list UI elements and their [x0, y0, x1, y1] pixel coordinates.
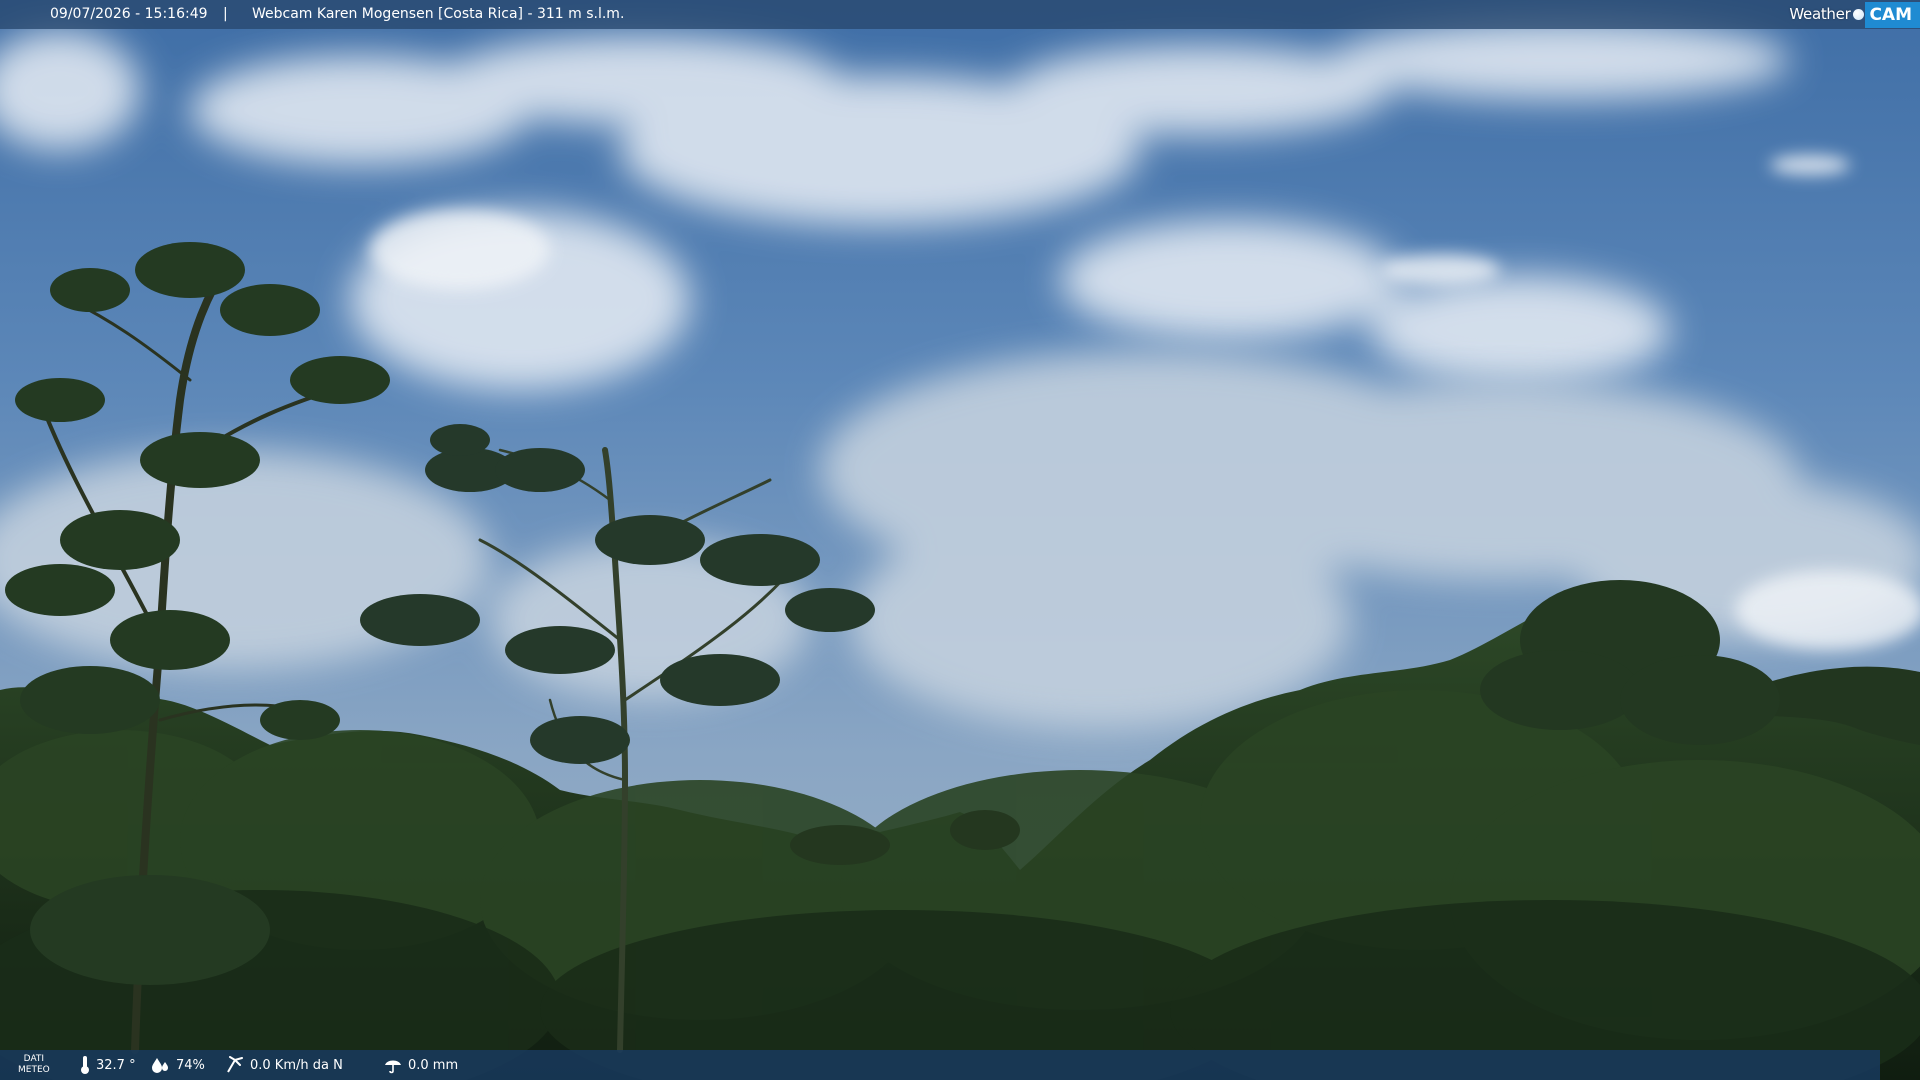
weathercam-logo[interactable]: Weather CAM — [1789, 0, 1920, 29]
wind-icon — [227, 1056, 243, 1073]
brand-word: Weather — [1789, 5, 1851, 23]
weather-data-bar: DATI METEO 32.7 ° 74% 0.0 Km/h da N 0.0 … — [0, 1050, 1880, 1080]
globe-icon — [1853, 9, 1865, 20]
rain-icon — [385, 1060, 401, 1074]
humidity-reading: 74% — [152, 1050, 205, 1080]
rain-reading: 0.0 mm — [384, 1050, 458, 1080]
webcam-frame: 09/07/2026 - 15:16:49 | Webcam Karen Mog… — [0, 0, 1920, 1080]
top-info-bar: 09/07/2026 - 15:16:49 | Webcam Karen Mog… — [0, 0, 1920, 29]
humidity-drop-icon — [152, 1058, 168, 1073]
timestamp: 09/07/2026 - 15:16:49 — [50, 6, 208, 22]
separator: | — [223, 6, 228, 22]
weather-data-label: DATI METEO — [18, 1054, 50, 1075]
webcam-image — [0, 0, 1920, 1080]
wind-value: 0.0 Km/h da N — [250, 1057, 343, 1073]
webcam-title: Webcam Karen Mogensen [Costa Rica] - 311… — [252, 6, 625, 22]
humidity-value: 74% — [176, 1057, 205, 1073]
thermometer-icon — [81, 1056, 89, 1074]
temperature-reading: 32.7 ° — [80, 1050, 136, 1080]
rain-value: 0.0 mm — [408, 1057, 459, 1073]
wind-reading: 0.0 Km/h da N — [226, 1050, 343, 1080]
temperature-value: 32.7 ° — [96, 1057, 136, 1073]
brand-cam: CAM — [1865, 1, 1920, 28]
